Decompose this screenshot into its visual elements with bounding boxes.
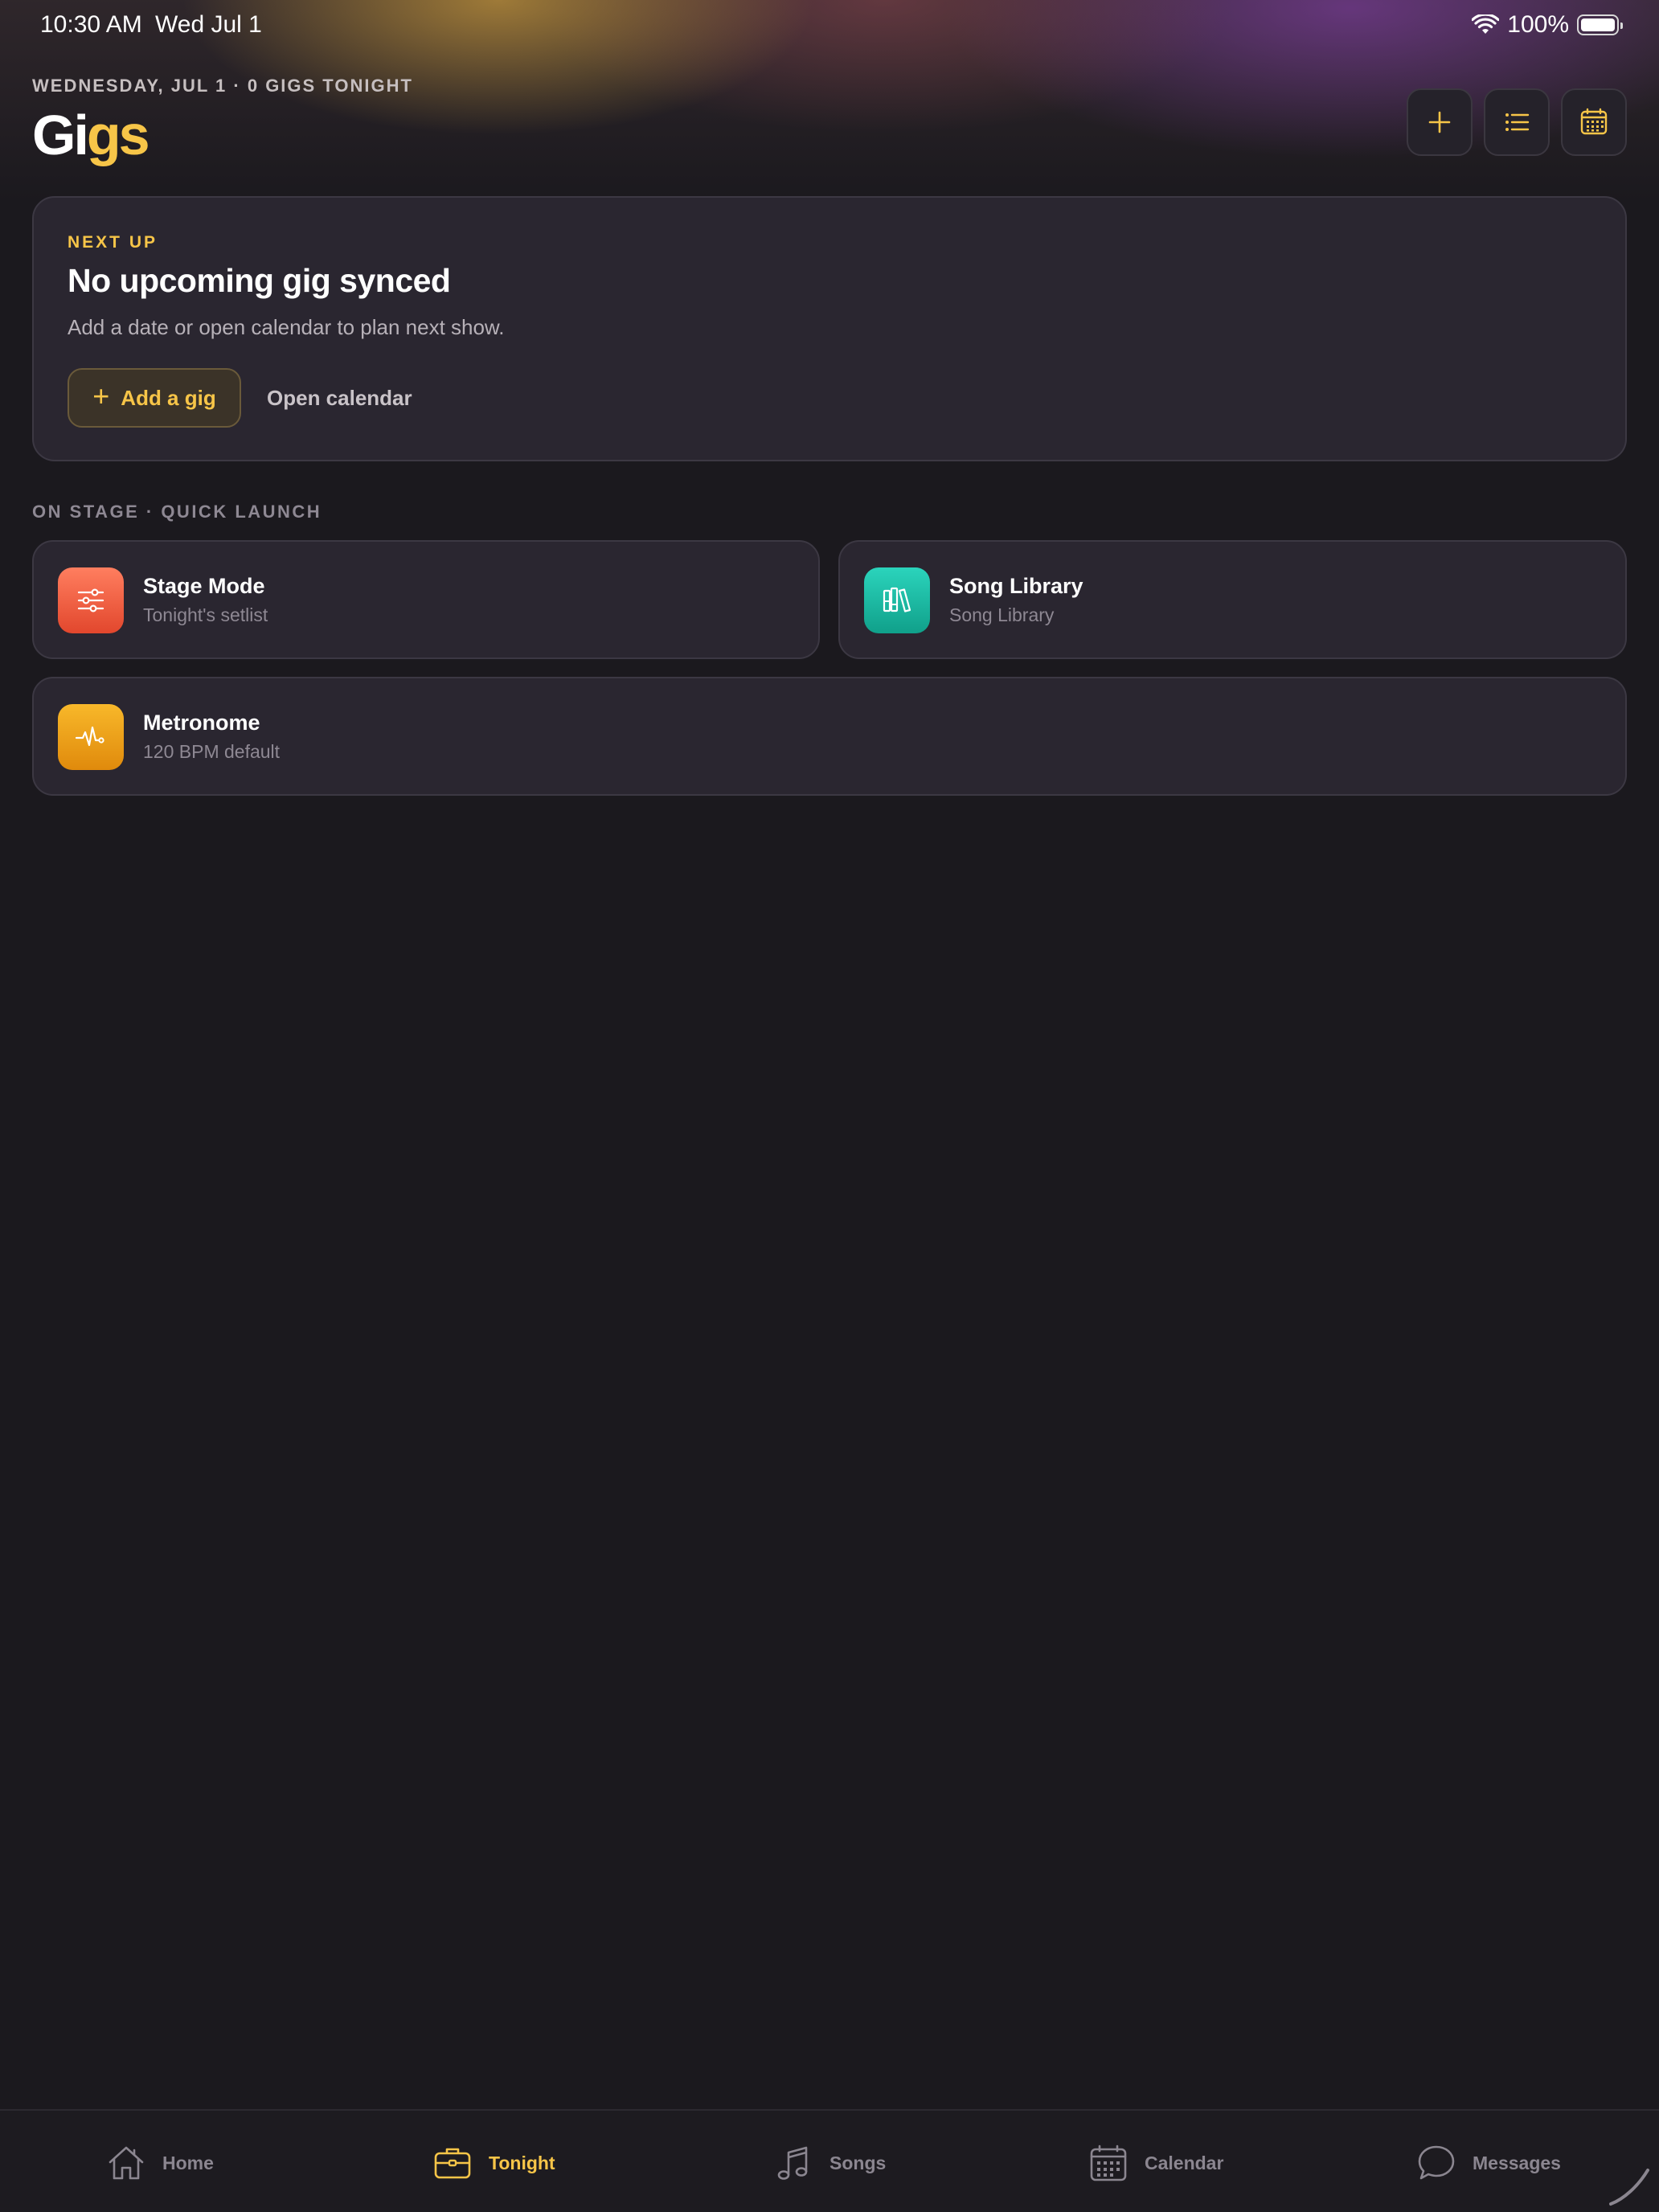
- briefcase-icon: [434, 2148, 471, 2179]
- metronome-tile[interactable]: Metronome 120 BPM default: [32, 677, 1627, 796]
- tab-label: Songs: [830, 2152, 887, 2173]
- books-icon: [883, 587, 911, 612]
- message-bubble-icon: [1418, 2145, 1455, 2180]
- tile-subtitle: Song Library: [949, 604, 1055, 625]
- list-view-button[interactable]: [1484, 88, 1550, 156]
- next-up-label: NEXT UP: [68, 233, 158, 252]
- list-icon: [1505, 113, 1530, 131]
- next-up-card: NEXT UP No upcoming gig synced Add a dat…: [32, 196, 1627, 461]
- tile-title: Song Library: [949, 574, 1083, 598]
- tab-label: Calendar: [1145, 2152, 1224, 2173]
- plus-icon: +: [92, 379, 110, 412]
- calendar-icon: [1090, 2144, 1127, 2181]
- tab-calendar[interactable]: Calendar: [1088, 2143, 1223, 2183]
- pulse-icon: [75, 726, 104, 747]
- page-title: Gigs: [32, 103, 150, 167]
- battery-percent: 100%: [1507, 11, 1569, 38]
- home-icon: [109, 2146, 144, 2180]
- page-subheading: WEDNESDAY, JUL 1 · 0 GIGS TONIGHT: [32, 76, 413, 96]
- add-a-gig-label: Add a gig: [121, 385, 216, 410]
- tab-bar: Home Tonight Songs Calendar Messages: [0, 2109, 1659, 2212]
- tab-label: Messages: [1473, 2152, 1561, 2173]
- plus-icon: [1428, 111, 1451, 133]
- stage-mode-tile[interactable]: Stage Mode Tonight's setlist: [32, 540, 820, 659]
- status-time: 10:30 AM: [40, 11, 142, 38]
- stage-mode-icon-badge: [58, 567, 124, 633]
- tab-label: Home: [162, 2152, 214, 2173]
- tile-subtitle: 120 BPM default: [143, 741, 281, 762]
- song-library-icon-badge: [864, 567, 930, 633]
- status-indicators: 100%: [1472, 11, 1623, 39]
- open-calendar-button[interactable]: Open calendar: [267, 386, 412, 411]
- gigs-screen: 10:30 AM Wed Jul 1 100% WEDNESDAY, JUL 1…: [0, 0, 1659, 2212]
- tab-messages[interactable]: Messages: [1416, 2143, 1561, 2183]
- corner-grab-icon: [1609, 2169, 1649, 2206]
- wifi-icon: [1472, 14, 1500, 34]
- status-date: Wed Jul 1: [155, 11, 262, 38]
- battery-icon: [1577, 14, 1623, 35]
- next-up-description: Add a date or open calendar to plan next…: [68, 315, 505, 339]
- tab-label: Tonight: [489, 2152, 555, 2173]
- song-library-tile[interactable]: Song Library Song Library: [838, 540, 1627, 659]
- status-bar: 10:30 AM Wed Jul 1 100%: [0, 0, 1659, 51]
- page-title-part1: Gi: [32, 104, 89, 166]
- tile-title: Metronome: [143, 711, 260, 735]
- next-up-title: No upcoming gig synced: [68, 262, 451, 299]
- sliders-icon: [77, 588, 104, 612]
- add-gig-icon-button[interactable]: [1407, 88, 1473, 156]
- quick-launch-label: ON STAGE · QUICK LAUNCH: [32, 502, 322, 522]
- tab-songs[interactable]: Songs: [773, 2143, 886, 2183]
- tab-home[interactable]: Home: [106, 2143, 214, 2183]
- music-note-icon: [777, 2146, 808, 2180]
- metronome-icon-badge: [58, 704, 124, 770]
- tile-title: Stage Mode: [143, 574, 265, 598]
- calendar-icon: [1580, 108, 1608, 135]
- tab-tonight[interactable]: Tonight: [432, 2143, 555, 2183]
- tile-subtitle: Tonight's setlist: [143, 604, 268, 625]
- header-actions: [1407, 88, 1627, 156]
- add-a-gig-button[interactable]: + Add a gig: [68, 368, 241, 428]
- calendar-view-button[interactable]: [1561, 88, 1627, 156]
- page-title-part2: gs: [86, 104, 150, 166]
